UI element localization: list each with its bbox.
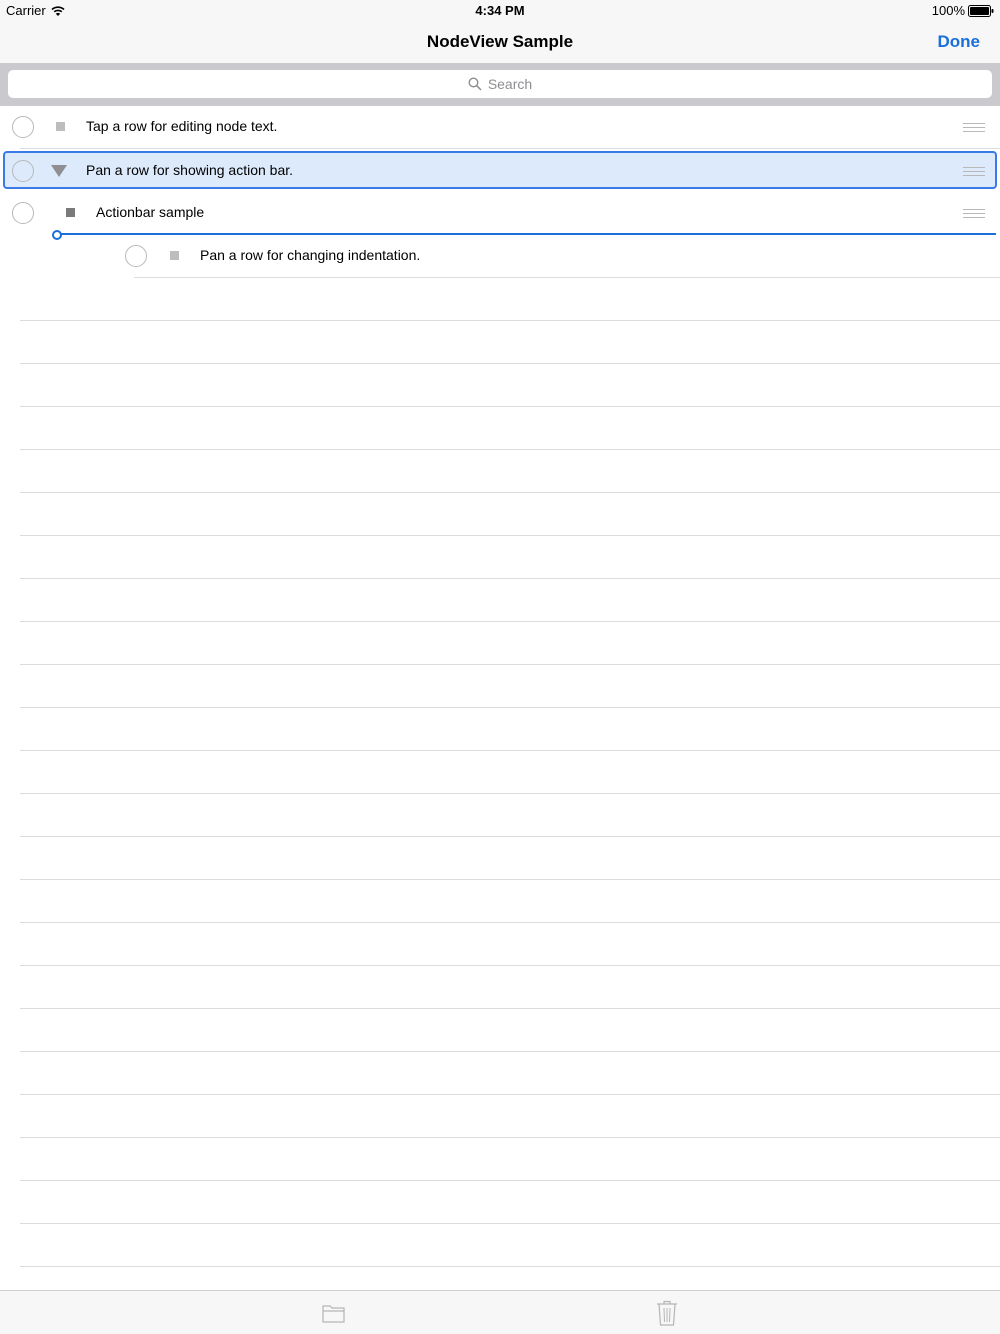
- node-bullet-icon: [66, 208, 75, 217]
- empty-row-separator: [20, 406, 1000, 407]
- search-placeholder: Search: [487, 76, 533, 92]
- empty-row-separator: [20, 793, 1000, 794]
- empty-row-separator: [20, 1008, 1000, 1009]
- empty-row-separator: [20, 449, 1000, 450]
- empty-row-separator: [20, 1137, 1000, 1138]
- done-button[interactable]: Done: [938, 32, 981, 52]
- empty-row-separator: [20, 879, 1000, 880]
- row-separator: [20, 148, 1000, 149]
- search-bar: Search: [0, 63, 1000, 106]
- empty-row-separator: [20, 707, 1000, 708]
- empty-row-separator: [20, 320, 1000, 321]
- folder-icon[interactable]: [322, 1303, 345, 1323]
- disclosure-triangle-icon[interactable]: [51, 165, 67, 177]
- empty-row-separator: [20, 492, 1000, 493]
- list-item[interactable]: Tap a row for editing node text.: [0, 106, 1000, 149]
- battery-percent: 100%: [931, 3, 965, 18]
- empty-row-separator: [20, 965, 1000, 966]
- empty-row-separator: [20, 1180, 1000, 1181]
- list-item-selected[interactable]: Pan a row for showing action bar.: [0, 150, 1000, 193]
- empty-row-separator: [20, 836, 1000, 837]
- checkbox-circle-icon[interactable]: [12, 160, 34, 182]
- node-text: Pan a row for showing action bar.: [86, 162, 294, 178]
- node-bullet-icon: [56, 122, 65, 131]
- status-right: 100%: [932, 3, 994, 18]
- page-title: NodeView Sample: [426, 32, 574, 51]
- checkbox-circle-icon[interactable]: [12, 116, 34, 138]
- checkbox-circle-icon[interactable]: [125, 245, 147, 267]
- empty-row-separator: [20, 363, 1000, 364]
- node-text: Tap a row for editing node text.: [86, 118, 278, 134]
- search-icon: [468, 77, 482, 91]
- empty-row-separator: [20, 1094, 1000, 1095]
- empty-row-separator: [20, 750, 1000, 751]
- battery-icon: [968, 4, 994, 17]
- empty-row-separator: [20, 1223, 1000, 1224]
- node-bullet-icon: [170, 251, 179, 260]
- screen: Carrier 4:34 PM 100% NodeView Sample Don…: [0, 0, 1000, 1334]
- empty-row-separator: [20, 922, 1000, 923]
- trash-icon[interactable]: [656, 1300, 678, 1326]
- drag-handle-icon[interactable]: [963, 123, 985, 132]
- navigation-bar: NodeView Sample Done: [0, 22, 1000, 63]
- empty-row-separator: [20, 621, 1000, 622]
- empty-row-separator: [20, 664, 1000, 665]
- list-item[interactable]: Pan a row for changing indentation.: [0, 235, 1000, 278]
- empty-row-separator: [20, 578, 1000, 579]
- bottom-toolbar: [0, 1290, 1000, 1334]
- checkbox-circle-icon[interactable]: [12, 202, 34, 224]
- node-text: Actionbar sample: [96, 204, 205, 220]
- node-text: Pan a row for changing indentation.: [200, 247, 421, 263]
- status-time: 4:34 PM: [475, 3, 525, 18]
- empty-row-separator: [20, 1051, 1000, 1052]
- empty-row-separator: [20, 1266, 1000, 1267]
- status-bar: Carrier 4:34 PM 100%: [0, 0, 1000, 22]
- search-input[interactable]: Search: [8, 70, 992, 98]
- drag-handle-icon[interactable]: [963, 167, 985, 176]
- drag-handle-icon[interactable]: [963, 209, 985, 218]
- row-separator: [134, 277, 1000, 278]
- empty-row-separator: [20, 535, 1000, 536]
